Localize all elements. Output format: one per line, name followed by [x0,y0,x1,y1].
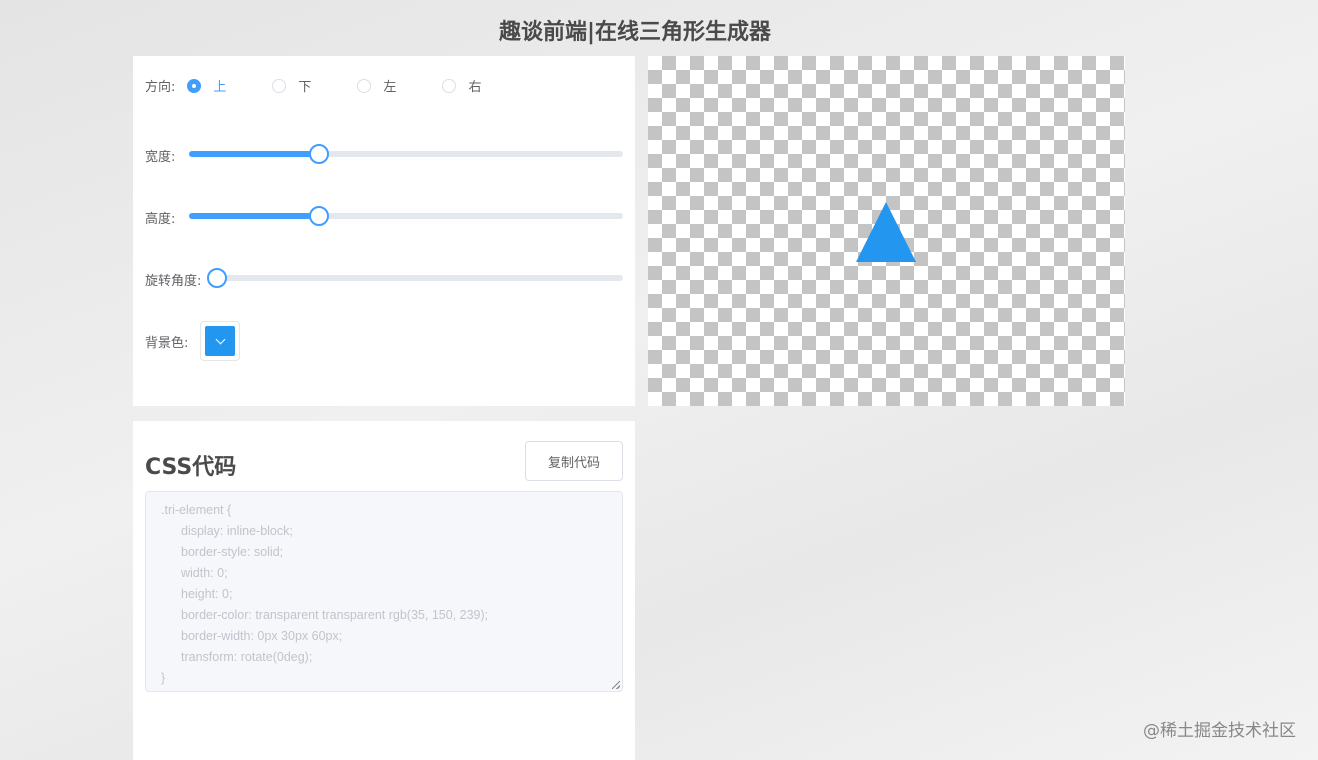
height-label: 高度: [145,212,176,227]
rotation-slider-handle[interactable] [207,268,227,288]
direction-radio-up[interactable]: 上 [187,76,226,95]
code-line: } [161,671,166,685]
code-line: border-width: 0px 30px 60px; [181,629,343,643]
rotation-row: 旋转角度: [145,270,205,289]
width-slider-fill [189,151,320,157]
color-swatch [205,326,236,356]
radio-label: 上 [213,80,227,95]
triangle-shape [856,202,916,262]
page-title: 趣谈前端|在线三角形生成器 [498,20,772,45]
direction-radio-left[interactable]: 左 [357,76,396,95]
width-slider[interactable] [189,144,623,164]
radio-label: 下 [298,80,312,95]
width-slider-handle[interactable] [309,144,330,164]
code-line: .tri-element { [161,503,232,517]
resize-grip-icon[interactable] [612,681,620,689]
height-slider-handle[interactable] [309,206,330,226]
css-code-textarea[interactable]: .tri-element { display: inline-block; bo… [145,491,623,692]
code-line: border-style: solid; [181,545,284,559]
radio-label: 右 [468,80,482,95]
rotation-slider[interactable] [207,268,623,288]
code-title: CSS代码 [145,455,237,480]
controls-panel: 方向: 上 下 左 右 宽度: 高度: 旋转角度: 背景色: [133,56,635,406]
code-line: transform: rotate(0deg); [181,650,313,664]
height-slider[interactable] [189,206,623,226]
chevron-down-icon [215,334,226,345]
width-label: 宽度: [145,150,176,165]
height-slider-fill [189,213,320,219]
direction-label: 方向: [145,80,176,95]
radio-dot-icon [187,78,202,93]
width-row: 宽度: [145,146,189,165]
direction-row: 方向: 上 下 左 右 [145,76,515,95]
radio-dot-icon [442,78,457,93]
radio-dot-icon [272,78,287,93]
direction-radio-group: 上 下 左 右 [175,76,515,95]
code-line: display: inline-block; [181,524,293,538]
bgcolor-row: 背景色: [145,321,241,361]
color-picker[interactable] [200,321,241,361]
rotation-label: 旋转角度: [145,274,202,289]
code-line: border-color: transparent transparent rg… [181,608,489,622]
direction-radio-right[interactable]: 右 [442,76,481,95]
code-panel: CSS代码 复制代码 .tri-element { display: inlin… [133,421,635,760]
height-row: 高度: [145,208,189,227]
radio-label: 左 [383,80,397,95]
triangle-preview [648,56,1125,406]
copy-code-button[interactable]: 复制代码 [525,441,623,481]
code-line: width: 0; [181,566,228,580]
radio-dot-icon [357,78,372,93]
direction-radio-down[interactable]: 下 [272,76,311,95]
bgcolor-label: 背景色: [145,335,189,351]
code-line: height: 0; [181,587,233,601]
watermark: @稀土掘金技术社区 [1143,721,1296,741]
